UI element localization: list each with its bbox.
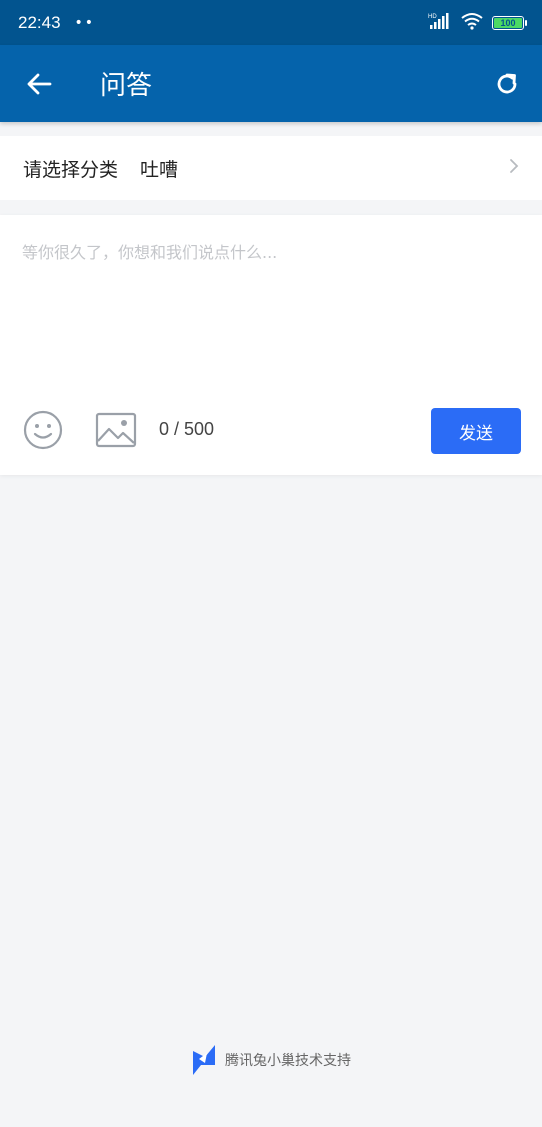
- compose-toolbar: 0 / 500 发送: [0, 405, 542, 455]
- hd-label: HD: [428, 14, 437, 20]
- category-value: 吐嘈: [140, 158, 179, 181]
- signal-icon: HD: [428, 12, 452, 34]
- wifi-icon: [460, 12, 484, 34]
- character-counter: 0 / 500: [159, 419, 215, 439]
- refresh-icon: [497, 73, 517, 93]
- smiley-icon: [23, 410, 63, 450]
- back-button[interactable]: [0, 45, 78, 122]
- chevron-right-icon: [509, 158, 519, 178]
- status-bar: 22:43 •• HD 100: [0, 0, 542, 45]
- refresh-button[interactable]: [472, 45, 542, 122]
- send-button[interactable]: 发送: [431, 408, 521, 454]
- battery-level: 100: [494, 17, 522, 28]
- image-upload-button[interactable]: [95, 411, 137, 449]
- battery-icon: 100: [492, 15, 527, 30]
- status-icons: HD 100: [428, 12, 527, 34]
- image-icon: [95, 412, 137, 448]
- message-input[interactable]: [22, 239, 520, 399]
- page-title: 问答: [100, 71, 153, 101]
- footer-text: 腾讯兔小巢技术支持: [225, 1053, 351, 1069]
- app-bar: 问答: [0, 45, 542, 122]
- category-label: 请选择分类: [23, 158, 119, 181]
- compose-panel: 0 / 500 发送: [0, 215, 542, 475]
- emoji-button[interactable]: [22, 409, 64, 451]
- footer: 腾讯兔小巢技术支持: [0, 1041, 542, 1079]
- category-selector[interactable]: 请选择分类 吐嘈: [0, 136, 542, 200]
- txc-logo-icon: [193, 1045, 215, 1075]
- arrow-left-icon: [27, 73, 52, 94]
- notification-dots: ••: [74, 14, 96, 31]
- status-time: 22:43: [18, 12, 61, 32]
